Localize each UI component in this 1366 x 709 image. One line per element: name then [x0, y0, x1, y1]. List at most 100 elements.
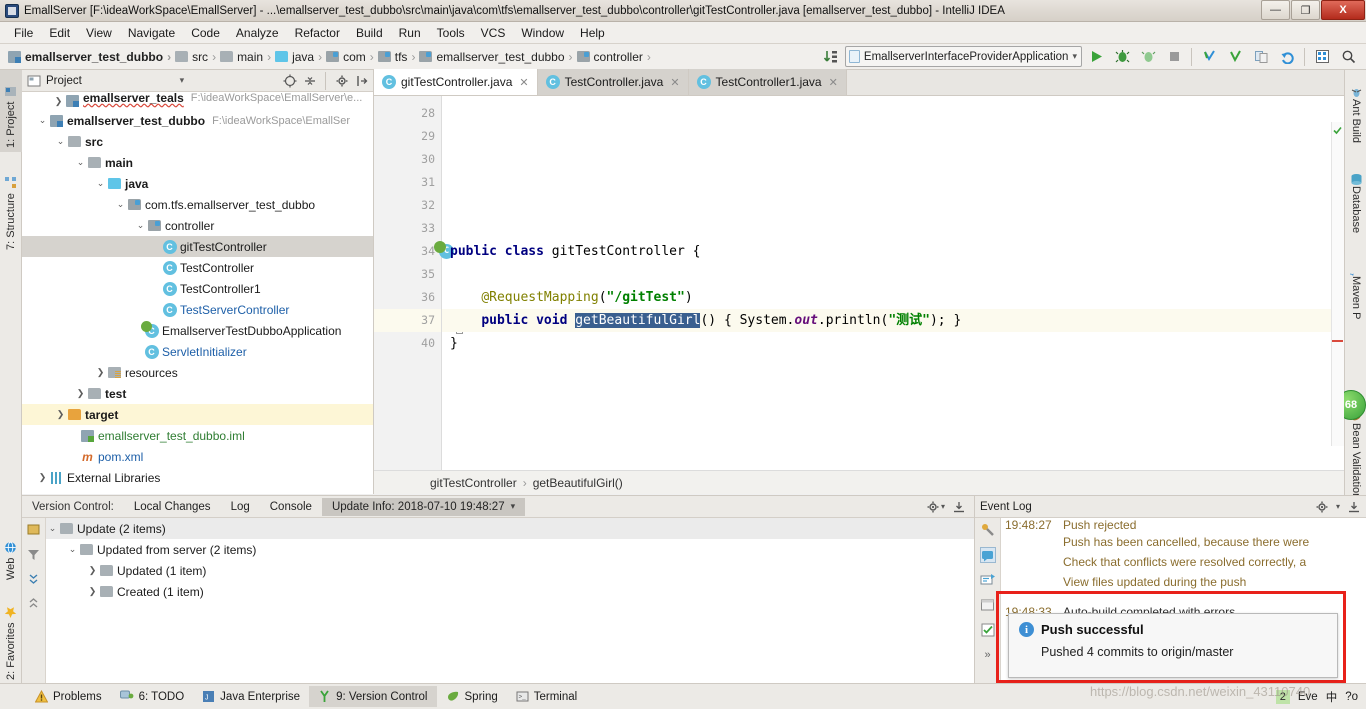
update-project-icon[interactable]: [1197, 46, 1221, 68]
gear-icon[interactable]: [1315, 499, 1330, 514]
event-log-entry[interactable]: View files updated during the push: [1001, 572, 1366, 592]
chevron-down-icon[interactable]: ⌄: [114, 199, 127, 210]
tree-row-iml[interactable]: emallserver_test_dubbo.iml: [22, 425, 373, 446]
menu-help[interactable]: Help: [572, 24, 613, 42]
tree-row-gitTestController[interactable]: C gitTestController: [22, 236, 373, 257]
error-marker[interactable]: [1332, 340, 1343, 342]
vc-tab-log[interactable]: Log: [221, 498, 260, 516]
menu-run[interactable]: Run: [391, 24, 429, 42]
menu-edit[interactable]: Edit: [41, 24, 78, 42]
tree-row-main[interactable]: ⌄ main: [22, 152, 373, 173]
tree-row-ServletInitializer[interactable]: C ServletInitializer: [22, 341, 373, 362]
gear-icon[interactable]: [334, 73, 349, 88]
structure-icon[interactable]: [1310, 46, 1334, 68]
tree-row-test[interactable]: ❯ test: [22, 383, 373, 404]
status-item-java-enterprise[interactable]: J Java Enterprise: [193, 686, 309, 707]
editor-marker-bar[interactable]: [1331, 122, 1344, 446]
messages-icon[interactable]: [980, 547, 996, 563]
navbar-crumb-module[interactable]: emallserver_test_dubbo ›: [8, 50, 175, 64]
vc-tree-row-update[interactable]: ⌄ Update (2 items): [46, 518, 974, 539]
tree-row-package[interactable]: ⌄ com.tfs.emallserver_test_dubbo: [22, 194, 373, 215]
tree-row-TestController[interactable]: C TestController: [22, 257, 373, 278]
chevron-right-icon[interactable]: ❯: [54, 409, 67, 420]
menu-file[interactable]: File: [6, 24, 41, 42]
more-icon[interactable]: »: [980, 647, 996, 663]
tree-row-target[interactable]: ❯ target: [22, 404, 373, 425]
editor-tab-TestController[interactable]: C TestController.java ✕: [538, 69, 689, 95]
vc-tab-update-info[interactable]: Update Info: 2018-07-10 19:48:27 ▾: [322, 498, 525, 516]
undo-icon[interactable]: [1275, 46, 1299, 68]
menu-window[interactable]: Window: [513, 24, 572, 42]
editor-gutter[interactable]: 28 29 30 31 32 33 34 C 35 36 37 + 40: [374, 96, 442, 470]
close-icon[interactable]: ✕: [670, 76, 679, 89]
breadcrumb-class[interactable]: gitTestController: [430, 476, 517, 490]
todo-icon[interactable]: [980, 622, 996, 638]
status-item-version-control[interactable]: 9: Version Control: [309, 686, 436, 707]
chevron-down-icon[interactable]: ▾: [941, 502, 945, 511]
editor-tab-TestController1[interactable]: C TestController1.java ✕: [689, 69, 847, 95]
sidebar-item-ant-build[interactable]: Ant Build: [1345, 78, 1366, 158]
menu-tools[interactable]: Tools: [429, 24, 473, 42]
tree-row-TestServerController[interactable]: C TestServerController: [22, 299, 373, 320]
status-badge-count[interactable]: 2: [1276, 690, 1290, 704]
chevron-right-icon[interactable]: ❯: [86, 565, 99, 576]
menu-vcs[interactable]: VCS: [473, 24, 514, 42]
menu-view[interactable]: View: [78, 24, 120, 42]
ime-indicator[interactable]: 中: [1326, 689, 1338, 705]
tree-row-module[interactable]: ⌄ emallserver_test_dubbo F:\ideaWorkSpac…: [22, 110, 373, 131]
hide-icon[interactable]: [354, 73, 369, 88]
status-item-problems[interactable]: Problems: [26, 686, 111, 707]
status-item-todo[interactable]: 6: TODO: [111, 686, 194, 707]
compare-icon[interactable]: [1249, 46, 1273, 68]
sidebar-item-database[interactable]: Database: [1345, 165, 1366, 247]
tree-row-java[interactable]: ⌄ java: [22, 173, 373, 194]
window-controls[interactable]: — ❐ X: [1260, 0, 1365, 21]
event-message[interactable]: View files updated during the push: [1063, 575, 1246, 589]
run-icon[interactable]: [980, 572, 996, 588]
status-item-terminal[interactable]: >_ Terminal: [507, 686, 586, 707]
sidebar-item-web[interactable]: Web: [0, 522, 22, 584]
vc-tree-row-created[interactable]: ❯ Created (1 item): [46, 581, 974, 602]
search-icon[interactable]: [1336, 46, 1360, 68]
chevron-down-icon[interactable]: ▾: [1336, 502, 1340, 511]
debug-icon[interactable]: [1110, 46, 1134, 68]
collapse-all-icon[interactable]: [302, 73, 317, 88]
group-by-icon[interactable]: [26, 522, 42, 538]
project-tree[interactable]: ❯ emallserver_teals F:\ideaWorkSpace\Ema…: [22, 92, 373, 494]
menu-refactor[interactable]: Refactor: [287, 24, 348, 42]
build-icon[interactable]: [980, 522, 996, 538]
collapse-all-icon[interactable]: [26, 594, 42, 610]
sidebar-item-maven-projects[interactable]: m Maven P: [1345, 255, 1366, 341]
navbar-crumb-src[interactable]: src ›: [175, 50, 220, 64]
tree-row-resources[interactable]: ❯ resources: [22, 362, 373, 383]
editor-breadcrumb[interactable]: gitTestController › getBeautifulGirl(): [374, 470, 1344, 494]
tree-row-EmallserverTestDubboApplication[interactable]: C EmallserverTestDubboApplication: [22, 320, 373, 341]
push-successful-notification[interactable]: i Push successful Pushed 4 commits to or…: [1008, 613, 1338, 678]
gear-icon[interactable]: [926, 499, 941, 514]
ime-options-icon[interactable]: ?o: [1345, 691, 1358, 703]
sort-icon[interactable]: [819, 46, 843, 68]
vc-tab-console[interactable]: Console: [260, 498, 322, 516]
chevron-down-icon[interactable]: ⌄: [134, 220, 147, 231]
run-icon[interactable]: [1084, 46, 1108, 68]
tree-row-TestController1[interactable]: C TestController1: [22, 278, 373, 299]
terminal-icon[interactable]: [980, 597, 996, 613]
tree-row-src[interactable]: ⌄ src: [22, 131, 373, 152]
close-icon[interactable]: ✕: [519, 76, 528, 89]
editor-tab-gitTestController[interactable]: C gitTestController.java ✕: [374, 69, 538, 95]
chevron-down-icon[interactable]: ⌄: [66, 544, 79, 555]
sidebar-item-structure[interactable]: 7: Structure: [0, 156, 22, 254]
vc-tree-row-updated[interactable]: ❯ Updated (1 item): [46, 560, 974, 581]
tree-row-controller[interactable]: ⌄ controller: [22, 215, 373, 236]
chevron-right-icon[interactable]: ❯: [36, 472, 49, 483]
vc-tree-row-updated-from-server[interactable]: ⌄ Updated from server (2 items): [46, 539, 974, 560]
minimize-button[interactable]: —: [1261, 0, 1290, 20]
chevron-down-icon[interactable]: ▾: [174, 73, 189, 88]
sidebar-item-favorites[interactable]: 2: Favorites: [0, 588, 22, 684]
sidebar-item-project[interactable]: 1: Project: [0, 70, 22, 152]
scroll-from-source-icon[interactable]: [282, 73, 297, 88]
chevron-down-icon[interactable]: ⌄: [46, 523, 59, 534]
close-button[interactable]: X: [1321, 0, 1365, 20]
expand-all-icon[interactable]: [26, 570, 42, 586]
tree-row-pom[interactable]: m pom.xml: [22, 446, 373, 467]
